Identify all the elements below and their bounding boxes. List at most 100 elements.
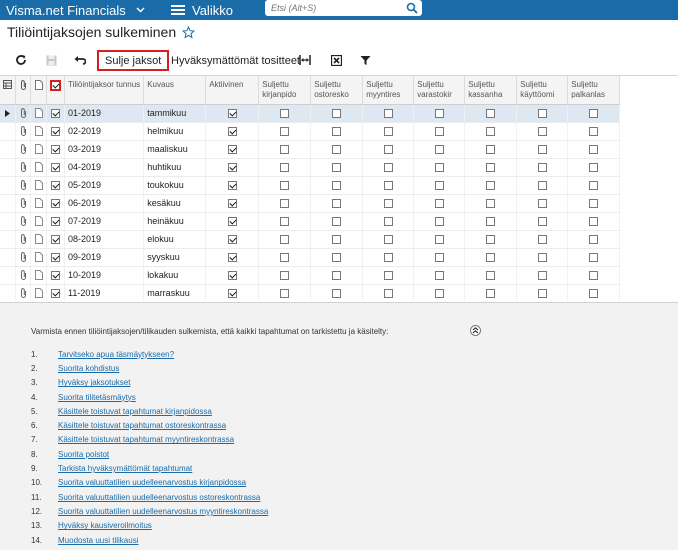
paperclip-icon[interactable] bbox=[15, 140, 31, 159]
note-icon[interactable] bbox=[30, 230, 47, 249]
paperclip-icon[interactable] bbox=[15, 176, 31, 195]
closed-checkbox[interactable] bbox=[362, 140, 415, 159]
closed-checkbox[interactable] bbox=[516, 104, 569, 123]
active-checkbox[interactable] bbox=[205, 284, 260, 301]
step-link[interactable]: Käsittele toistuvat tapahtumat myyntires… bbox=[58, 435, 234, 444]
closed-checkbox[interactable] bbox=[310, 194, 364, 213]
column-header[interactable]: Suljettu ostoresko bbox=[310, 76, 364, 105]
paperclip-icon[interactable] bbox=[15, 158, 31, 177]
table-row[interactable]: 01-2019 tammikuu bbox=[0, 104, 621, 123]
closed-checkbox[interactable] bbox=[413, 176, 466, 195]
closed-checkbox[interactable] bbox=[567, 230, 621, 249]
active-checkbox[interactable] bbox=[205, 122, 260, 141]
undo-icon[interactable] bbox=[73, 53, 87, 67]
closed-checkbox[interactable] bbox=[567, 176, 621, 195]
note-icon[interactable] bbox=[30, 104, 47, 123]
closed-checkbox[interactable] bbox=[310, 140, 364, 159]
step-link[interactable]: Suorita valuuttatilien uudelleenarvostus… bbox=[58, 493, 260, 502]
closed-checkbox[interactable] bbox=[362, 248, 415, 267]
active-checkbox[interactable] bbox=[205, 212, 260, 231]
table-row[interactable]: 05-2019 toukokuu bbox=[0, 176, 621, 195]
active-checkbox[interactable] bbox=[205, 158, 260, 177]
table-row[interactable]: 10-2019 lokakuu bbox=[0, 266, 621, 285]
active-checkbox[interactable] bbox=[205, 266, 260, 285]
closed-checkbox[interactable] bbox=[464, 212, 518, 231]
table-row[interactable]: 02-2019 helmikuu bbox=[0, 122, 621, 141]
active-checkbox[interactable] bbox=[205, 104, 260, 123]
closed-checkbox[interactable] bbox=[258, 140, 312, 159]
row-select-checkbox[interactable] bbox=[46, 104, 65, 123]
step-link[interactable]: Suorita tilitetäsmäytys bbox=[58, 393, 136, 402]
paperclip-icon[interactable] bbox=[15, 230, 31, 249]
step-link[interactable]: Tarkista hyväksymättömät tapahtumat bbox=[58, 464, 192, 473]
closed-checkbox[interactable] bbox=[464, 104, 518, 123]
closed-checkbox[interactable] bbox=[413, 122, 466, 141]
closed-checkbox[interactable] bbox=[362, 176, 415, 195]
active-checkbox[interactable] bbox=[205, 248, 260, 267]
closed-checkbox[interactable] bbox=[362, 158, 415, 177]
closed-checkbox[interactable] bbox=[310, 158, 364, 177]
main-menu-button[interactable]: Valikko bbox=[155, 0, 233, 20]
note-icon[interactable] bbox=[30, 266, 47, 285]
closed-checkbox[interactable] bbox=[516, 284, 569, 301]
close-periods-button[interactable]: Sulje jaksot bbox=[97, 50, 170, 71]
closed-checkbox[interactable] bbox=[413, 230, 466, 249]
brand-switcher[interactable]: Visma.net Financials bbox=[0, 0, 155, 20]
closed-checkbox[interactable] bbox=[413, 212, 466, 231]
row-select-checkbox[interactable] bbox=[46, 284, 65, 301]
closed-checkbox[interactable] bbox=[413, 284, 466, 301]
paperclip-icon[interactable] bbox=[15, 122, 31, 141]
closed-checkbox[interactable] bbox=[464, 248, 518, 267]
star-icon[interactable] bbox=[182, 25, 196, 39]
step-link[interactable]: Hyväksy jaksotukset bbox=[58, 378, 130, 387]
table-row[interactable]: 04-2019 huhtikuu bbox=[0, 158, 621, 177]
closed-checkbox[interactable] bbox=[258, 158, 312, 177]
paperclip-icon[interactable] bbox=[15, 212, 31, 231]
closed-checkbox[interactable] bbox=[567, 104, 621, 123]
column-header[interactable]: Suljettu kassanha bbox=[464, 76, 518, 105]
closed-checkbox[interactable] bbox=[258, 284, 312, 301]
export-excel-icon[interactable] bbox=[329, 53, 343, 67]
step-link[interactable]: Suorita valuuttatilien uudelleenarvostus… bbox=[58, 507, 268, 516]
search-input[interactable] bbox=[271, 3, 401, 13]
closed-checkbox[interactable] bbox=[464, 230, 518, 249]
step-link[interactable]: Käsittele toistuvat tapahtumat ostoresko… bbox=[58, 421, 226, 430]
closed-checkbox[interactable] bbox=[310, 230, 364, 249]
description-cell[interactable]: kesäkuu bbox=[143, 194, 207, 213]
period-id-cell[interactable]: 10-2019 bbox=[64, 266, 145, 285]
closed-checkbox[interactable] bbox=[413, 266, 466, 285]
closed-checkbox[interactable] bbox=[516, 176, 569, 195]
unapproved-vouchers-button[interactable]: Hyväksymättömät tositteet bbox=[165, 50, 306, 71]
closed-checkbox[interactable] bbox=[567, 284, 621, 301]
note-icon[interactable] bbox=[30, 122, 47, 141]
closed-checkbox[interactable] bbox=[567, 122, 621, 141]
step-link[interactable]: Suorita poistot bbox=[58, 450, 109, 459]
description-cell[interactable]: lokakuu bbox=[143, 266, 207, 285]
period-id-cell[interactable]: 11-2019 bbox=[64, 284, 145, 301]
filter-icon[interactable] bbox=[358, 53, 372, 67]
closed-checkbox[interactable] bbox=[362, 194, 415, 213]
closed-checkbox[interactable] bbox=[567, 266, 621, 285]
column-header[interactable]: Tiliöintijaksor tunnus bbox=[64, 76, 145, 105]
description-cell[interactable]: heinäkuu bbox=[143, 212, 207, 231]
refresh-icon[interactable] bbox=[14, 53, 28, 67]
closed-checkbox[interactable] bbox=[310, 248, 364, 267]
closed-checkbox[interactable] bbox=[258, 212, 312, 231]
step-link[interactable]: Hyväksy kausiveroilmoitus bbox=[58, 521, 152, 530]
closed-checkbox[interactable] bbox=[258, 230, 312, 249]
table-row[interactable]: 07-2019 heinäkuu bbox=[0, 212, 621, 231]
closed-checkbox[interactable] bbox=[516, 194, 569, 213]
note-icon[interactable] bbox=[30, 212, 47, 231]
closed-checkbox[interactable] bbox=[310, 212, 364, 231]
note-icon[interactable] bbox=[30, 248, 47, 267]
step-link[interactable]: Muodosta uusi tilikausi bbox=[58, 536, 138, 545]
closed-checkbox[interactable] bbox=[567, 158, 621, 177]
table-row[interactable]: 09-2019 syyskuu bbox=[0, 248, 621, 267]
closed-checkbox[interactable] bbox=[362, 122, 415, 141]
closed-checkbox[interactable] bbox=[310, 122, 364, 141]
row-select-checkbox[interactable] bbox=[46, 248, 65, 267]
row-select-checkbox[interactable] bbox=[46, 122, 65, 141]
step-link[interactable]: Suorita valuuttatilien uudelleenarvostus… bbox=[58, 478, 246, 487]
paperclip-icon[interactable] bbox=[15, 104, 31, 123]
closed-checkbox[interactable] bbox=[310, 176, 364, 195]
